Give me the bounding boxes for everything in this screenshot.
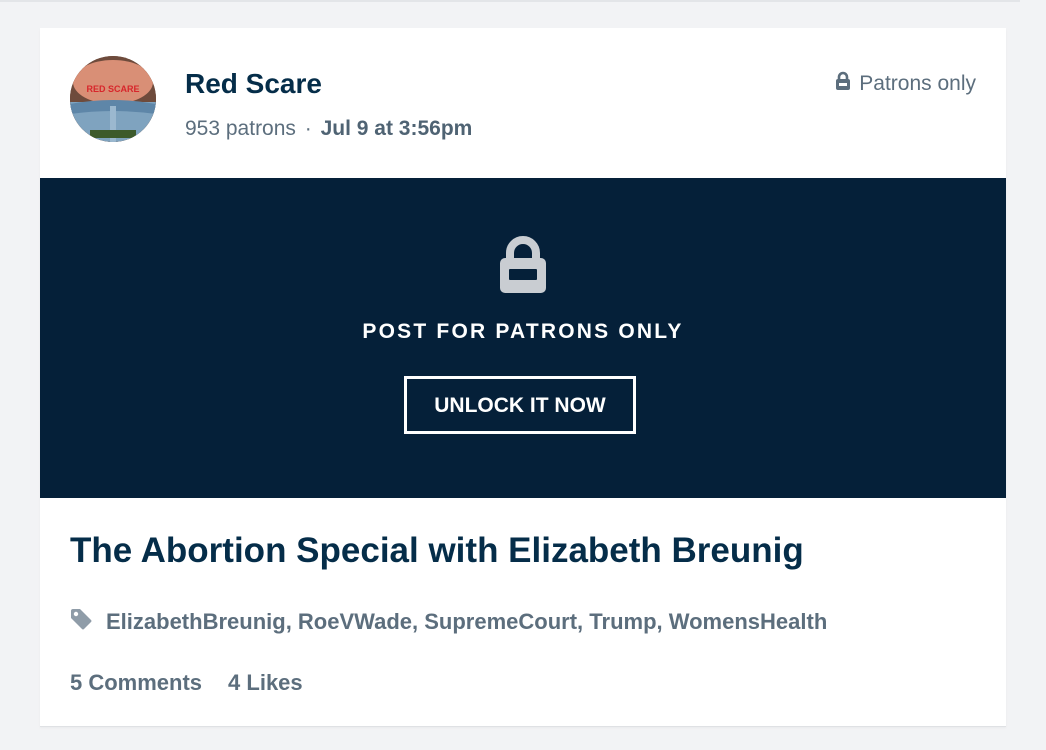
privacy-badge: Patrons only <box>835 71 976 97</box>
post-title[interactable]: The Abortion Special with Elizabeth Breu… <box>70 531 804 571</box>
creator-avatar[interactable]: RED SCARE <box>70 56 156 142</box>
post-date[interactable]: Jul 9 at 3:56pm <box>321 117 473 140</box>
locked-content-panel: POST FOR PATRONS ONLY UNLOCK IT NOW <box>40 178 1006 498</box>
unlock-button[interactable]: UNLOCK IT NOW <box>404 376 636 434</box>
post-card: RED SCARE Red Scare 953 patrons · Jul 9 … <box>40 28 1006 726</box>
tag-link[interactable]: WomensHealth <box>669 609 828 634</box>
lock-icon <box>835 71 851 97</box>
tag-link[interactable]: Trump <box>589 609 656 634</box>
tag-link[interactable]: SupremeCourt <box>424 609 577 634</box>
tag-link[interactable]: RoeVWade <box>298 609 412 634</box>
tag-link[interactable]: ElizabethBreunig <box>106 609 286 634</box>
lock-icon <box>499 236 547 299</box>
meta-separator: · <box>304 117 312 140</box>
tag-list: ElizabethBreunig, RoeVWade, SupremeCourt… <box>106 608 828 634</box>
tag-row: ElizabethBreunig, RoeVWade, SupremeCourt… <box>70 608 827 635</box>
post-header: RED SCARE Red Scare 953 patrons · Jul 9 … <box>40 28 1006 178</box>
creator-name[interactable]: Red Scare <box>185 68 322 100</box>
likes-link[interactable]: 4 Likes <box>228 670 303 695</box>
privacy-label: Patrons only <box>859 72 976 95</box>
avatar-image: RED SCARE <box>70 56 156 142</box>
locked-message: POST FOR PATRONS ONLY <box>362 320 684 343</box>
post-meta: 953 patrons · Jul 9 at 3:56pm <box>185 117 472 141</box>
tag-icon <box>70 608 92 635</box>
avatar-text: RED SCARE <box>86 84 139 94</box>
top-divider <box>0 0 1020 2</box>
patron-count: 953 patrons <box>185 117 296 140</box>
post-stats: 5 Comments 4 Likes <box>70 670 303 696</box>
comments-link[interactable]: 5 Comments <box>70 670 202 695</box>
